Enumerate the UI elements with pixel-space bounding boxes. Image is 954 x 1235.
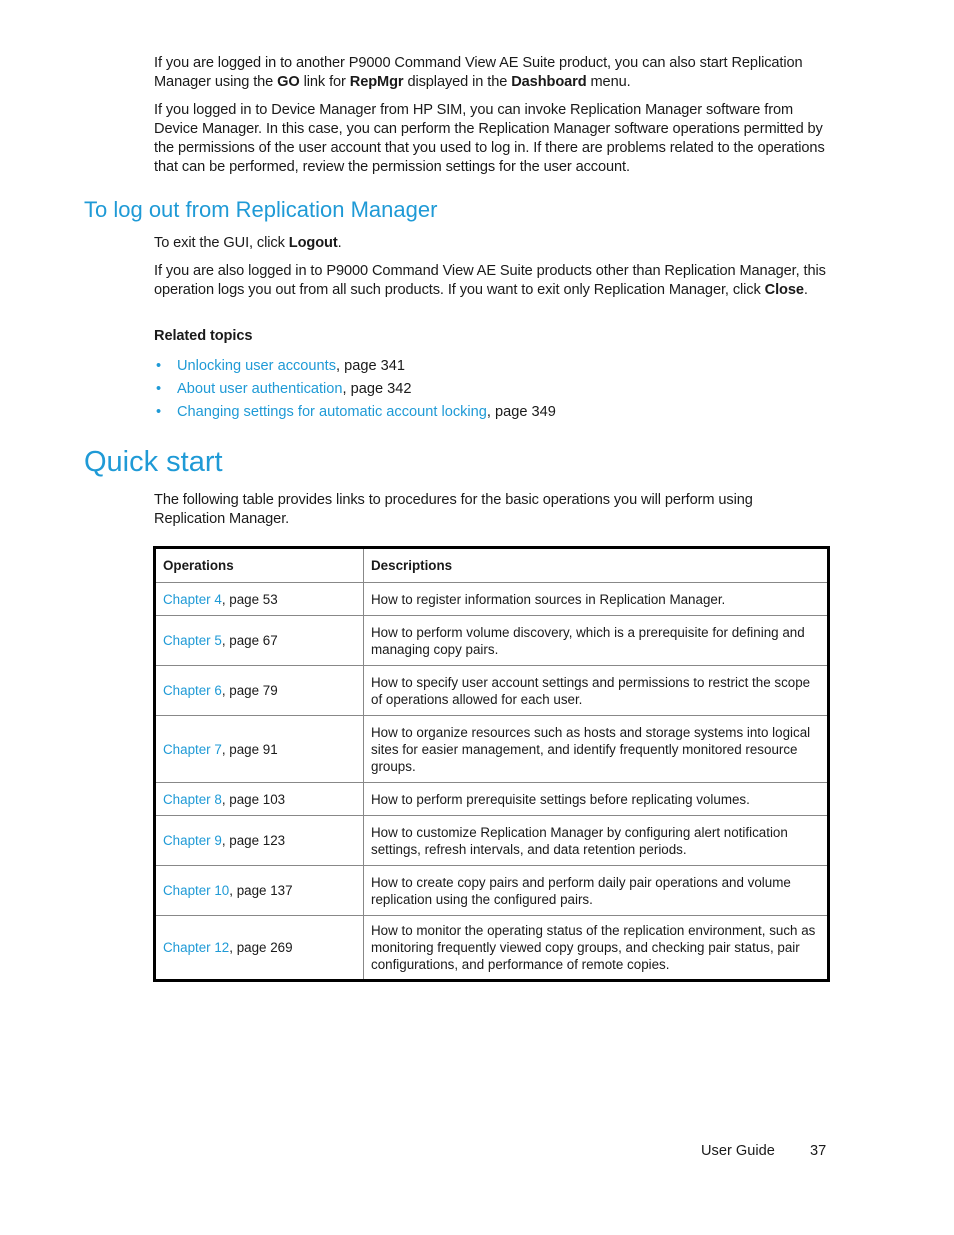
go-term: GO — [277, 74, 300, 90]
list-item: • Changing settings for automatic account… — [154, 401, 556, 424]
logout-term: Logout — [288, 235, 338, 251]
quick-start-intro: The following table provides links to pr… — [154, 492, 753, 527]
description-cell: How to perform volume discovery, which i… — [363, 615, 829, 666]
intro-paragraph-2: If you logged in to Device Manager from … — [154, 102, 825, 175]
page-ref: , page 137 — [229, 883, 293, 898]
chapter-link[interactable]: Chapter 10 — [163, 883, 229, 898]
bullet-icon: • — [156, 358, 162, 374]
chapter-link[interactable]: Chapter 4 — [163, 592, 222, 607]
text: link for — [299, 74, 350, 90]
bullet-icon: • — [156, 381, 162, 397]
related-topics-label: Related topics — [154, 328, 253, 344]
operation-cell: Chapter 8, page 103 — [154, 782, 364, 816]
page-ref: , page 53 — [221, 591, 278, 607]
bullet-icon: • — [156, 404, 162, 420]
chapter-link[interactable]: Chapter 8 — [163, 792, 222, 807]
text: displayed in the — [403, 74, 512, 90]
operation-cell: Chapter 5, page 67 — [154, 615, 364, 666]
chapter-link[interactable]: Chapter 5 — [163, 633, 222, 648]
footer-page-number: 37 — [810, 1143, 827, 1159]
operation-cell: Chapter 4, page 53 — [154, 582, 364, 616]
page-ref: , page 342 — [342, 381, 412, 397]
related-link[interactable]: About user authentication — [177, 381, 343, 397]
logout-paragraph-1: To exit the GUI, click Logout. — [154, 234, 830, 253]
table-row: Chapter 8, page 103 How to perform prere… — [154, 782, 829, 816]
page-ref: , page 341 — [336, 358, 405, 374]
page-ref: , page 91 — [221, 741, 278, 757]
table-row: Chapter 12, page 269 How to monitor the … — [154, 915, 829, 981]
table-header-row: Operations Descriptions — [154, 547, 829, 583]
table-row: Chapter 9, page 123 How to customize Rep… — [154, 815, 829, 866]
text: If you are also logged in to P9000 Comma… — [154, 263, 826, 298]
quick-start-heading: Quick start — [84, 446, 223, 478]
related-link[interactable]: Changing settings for automatic account … — [177, 404, 487, 420]
description-cell: How to create copy pairs and perform dai… — [363, 865, 829, 916]
table-row: Chapter 7, page 91 How to organize resou… — [154, 715, 829, 783]
table-row: Chapter 10, page 137 How to create copy … — [154, 865, 829, 916]
list-item: • Unlocking user accounts, page 341 — [154, 355, 556, 378]
close-term: Close — [764, 282, 804, 298]
text: . — [337, 235, 342, 251]
list-item: • About user authentication, page 342 — [154, 378, 556, 401]
description-cell: How to customize Replication Manager by … — [363, 815, 829, 866]
column-header-descriptions: Descriptions — [363, 547, 829, 583]
page-ref: , page 123 — [221, 833, 286, 848]
logout-paragraph-2: If you are also logged in to P9000 Comma… — [154, 262, 830, 300]
page-ref: , page 79 — [221, 683, 278, 698]
page-ref: , page 103 — [221, 791, 286, 807]
operation-cell: Chapter 7, page 91 — [154, 715, 364, 783]
table-row: Chapter 6, page 79 How to specify user a… — [154, 665, 829, 716]
chapter-link[interactable]: Chapter 9 — [163, 833, 222, 848]
operation-cell: Chapter 12, page 269 — [154, 915, 364, 981]
description-cell: How to organize resources such as hosts … — [363, 715, 829, 783]
description-cell: How to monitor the operating status of t… — [363, 915, 829, 981]
footer-doc-title: User Guide — [701, 1143, 775, 1159]
intro-paragraph-1: If you are logged in to another P9000 Co… — [154, 54, 830, 92]
repmgr-term: RepMgr — [349, 74, 404, 90]
table-row: Chapter 5, page 67 How to perform volume… — [154, 615, 829, 666]
chapter-link[interactable]: Chapter 7 — [163, 742, 222, 757]
description-cell: How to perform prerequisite settings bef… — [363, 782, 829, 816]
chapter-link[interactable]: Chapter 6 — [163, 683, 222, 698]
chapter-link[interactable]: Chapter 12 — [163, 940, 229, 955]
related-link[interactable]: Unlocking user accounts — [177, 358, 336, 374]
page-ref: , page 349 — [486, 404, 556, 420]
text: To exit the GUI, click — [154, 235, 289, 251]
description-cell: How to specify user account settings and… — [363, 665, 829, 716]
column-header-operations: Operations — [154, 547, 364, 583]
operations-table: Operations Descriptions Chapter 4, page … — [153, 546, 830, 982]
related-topics-list: • Unlocking user accounts, page 341 • Abou… — [154, 355, 556, 424]
description-cell: How to register information sources in R… — [363, 582, 829, 616]
page-ref: , page 67 — [221, 633, 278, 648]
operation-cell: Chapter 6, page 79 — [154, 665, 364, 716]
logout-heading: To log out from Replication Manager — [84, 197, 438, 222]
page-ref: , page 269 — [229, 940, 293, 955]
operation-cell: Chapter 10, page 137 — [154, 865, 364, 916]
operation-cell: Chapter 9, page 123 — [154, 815, 364, 866]
dashboard-term: Dashboard — [511, 74, 587, 90]
text: . — [803, 282, 808, 298]
table-row: Chapter 4, page 53 How to register infor… — [154, 582, 829, 616]
text: menu. — [586, 74, 631, 90]
